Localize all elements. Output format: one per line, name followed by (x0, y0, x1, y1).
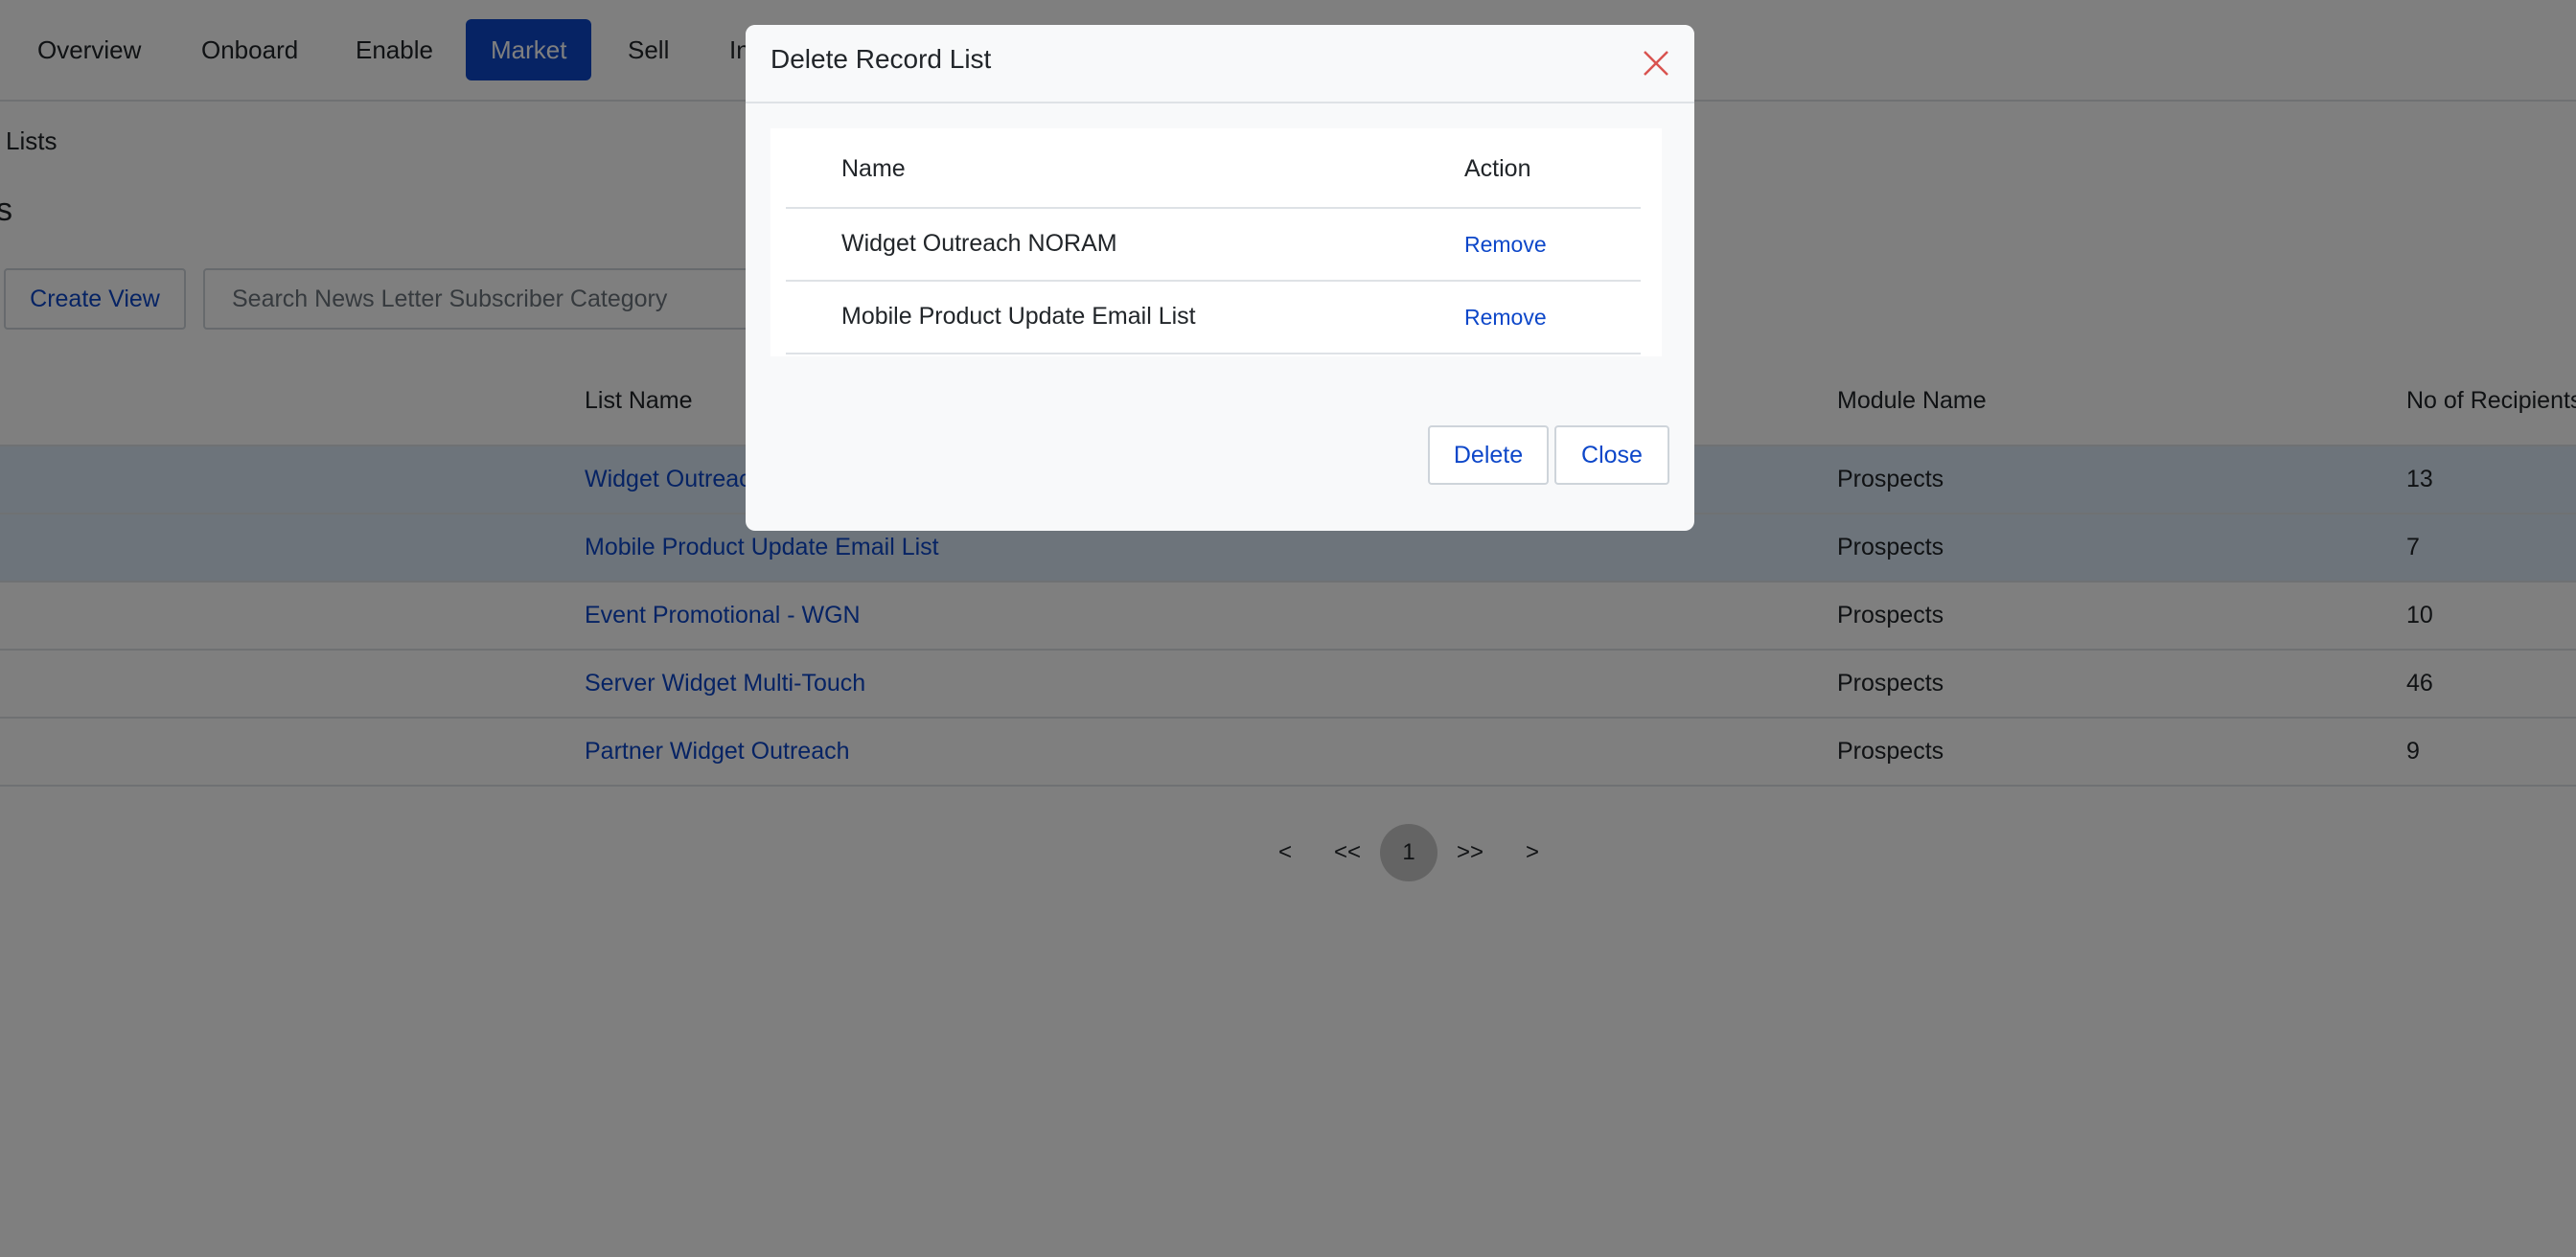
close-icon[interactable] (1639, 46, 1673, 80)
close-button[interactable]: Close (1554, 425, 1669, 485)
delete-record-list-modal: Delete Record List Name Action Widget Ou… (746, 25, 1694, 531)
modal-title: Delete Record List (770, 44, 992, 74)
remove-link[interactable]: Remove (1464, 232, 1547, 258)
modal-column-name: Name (841, 155, 906, 182)
modal-row-divider (786, 280, 1641, 282)
remove-link[interactable]: Remove (1464, 305, 1547, 331)
modal-record-table: Name Action Widget Outreach NORAM Remove… (770, 128, 1662, 356)
modal-column-action: Action (1464, 155, 1531, 182)
modal-header: Delete Record List (746, 25, 1694, 103)
modal-row-divider (786, 353, 1641, 354)
delete-button[interactable]: Delete (1428, 425, 1549, 485)
modal-record-name: Mobile Product Update Email List (841, 303, 1196, 330)
modal-header-divider (786, 207, 1641, 209)
modal-record-name: Widget Outreach NORAM (841, 230, 1117, 257)
